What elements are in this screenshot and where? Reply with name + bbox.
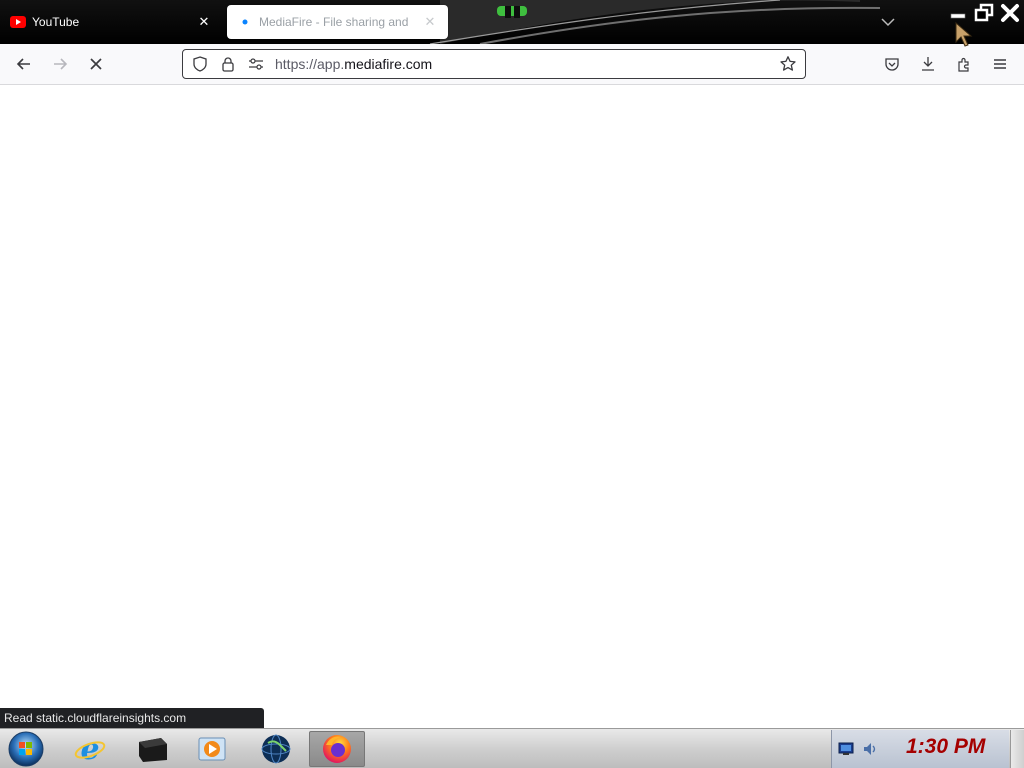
tab-close-button[interactable]: ✕: [422, 14, 438, 30]
pocket-icon: [885, 58, 899, 71]
back-button[interactable]: [12, 52, 36, 76]
tab-strip: YouTube ✕ MediaFire - File sharing and ✕: [0, 0, 1024, 44]
tab-close-button[interactable]: ✕: [196, 14, 212, 30]
page-content-area[interactable]: [0, 85, 1024, 728]
internet-explorer-icon: e: [74, 733, 106, 765]
forward-button[interactable]: [48, 52, 72, 76]
taskbar-firefox[interactable]: [309, 731, 365, 767]
network-monitor-icon[interactable]: [838, 741, 854, 757]
tracking-protection-shield-icon[interactable]: [189, 53, 211, 75]
globe-icon: [261, 734, 291, 764]
url-text[interactable]: https://app.mediafire.com: [275, 56, 432, 72]
svg-text:e: e: [80, 733, 99, 765]
arrow-right-icon: [54, 58, 68, 70]
taskbar: e 1:30 PM: [0, 728, 1024, 768]
download-icon: [922, 57, 934, 71]
firefox-icon: [323, 735, 351, 763]
status-bar: Read static.cloudflareinsights.com: [0, 708, 264, 728]
taskbar-media-player[interactable]: [184, 731, 240, 767]
close-window-icon[interactable]: [1000, 3, 1020, 23]
address-bar[interactable]: https://app.mediafire.com: [182, 49, 806, 79]
arrow-left-icon: [16, 58, 30, 70]
loading-dot-icon: [237, 14, 253, 30]
show-desktop-button[interactable]: [1010, 730, 1024, 768]
mouse-cursor-icon: [955, 22, 973, 47]
downloads-button[interactable]: [916, 52, 940, 76]
url-domain: mediafire.com: [344, 56, 433, 72]
taskbar-internet-explorer[interactable]: e: [62, 731, 118, 767]
media-player-icon: [198, 737, 226, 761]
bookmark-star-icon[interactable]: [777, 53, 799, 75]
close-icon: [90, 58, 102, 70]
tab-mediafire[interactable]: MediaFire - File sharing and ✕: [227, 5, 448, 39]
youtube-icon: [10, 14, 26, 30]
taskbar-globe[interactable]: [248, 731, 304, 767]
minimize-icon[interactable]: [948, 3, 968, 23]
tab-title: MediaFire - File sharing and: [259, 15, 409, 29]
lock-icon[interactable]: [217, 53, 239, 75]
drive-icon: [139, 738, 167, 762]
hamburger-menu-icon: [994, 59, 1006, 69]
window-controls: [948, 3, 1020, 23]
taskbar-drive[interactable]: [124, 731, 180, 767]
url-prefix: https://app.: [275, 56, 345, 72]
permissions-sliders-icon[interactable]: [245, 53, 267, 75]
volume-icon[interactable]: [862, 741, 878, 757]
start-orb-icon[interactable]: [6, 730, 46, 768]
puzzle-icon: [958, 57, 969, 72]
tab-title: YouTube: [32, 15, 80, 29]
navigation-toolbar: https://app.mediafire.com: [0, 44, 1024, 85]
app-menu-button[interactable]: [988, 52, 1012, 76]
extensions-button[interactable]: [952, 52, 976, 76]
tab-youtube[interactable]: YouTube ✕: [0, 5, 222, 39]
restore-icon[interactable]: [974, 3, 994, 23]
pocket-button[interactable]: [880, 52, 904, 76]
taskbar-clock[interactable]: 1:30 PM: [906, 735, 985, 759]
list-all-tabs-chevron-down-icon[interactable]: [879, 13, 897, 31]
stop-loading-button[interactable]: [84, 52, 108, 76]
